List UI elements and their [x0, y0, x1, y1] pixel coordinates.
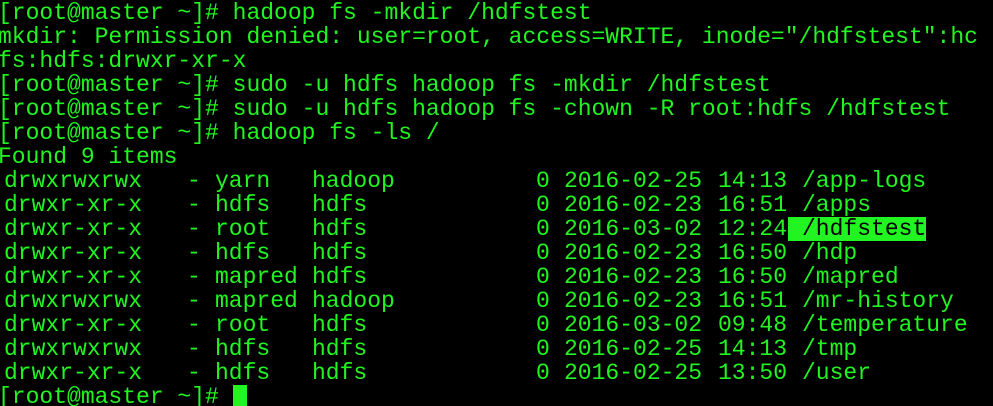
group: hdfs [312, 336, 368, 362]
size: 0 [536, 192, 550, 218]
size: 0 [536, 312, 550, 338]
size: 0 [536, 264, 550, 290]
replication: - [187, 264, 201, 290]
group: hdfs [312, 192, 368, 218]
group: hdfs [312, 264, 368, 290]
group: hdfs [312, 216, 368, 242]
size: 0 [536, 288, 550, 314]
owner: root [215, 216, 271, 242]
time: 16:51 [718, 192, 788, 218]
replication: - [187, 288, 201, 314]
date: 2016-02-25 [564, 360, 703, 386]
date: 2016-02-25 [564, 336, 703, 362]
replication: - [187, 312, 201, 338]
listing-row: drwxr-xr-x - root hdfs 0 2016-03-02 09:4… [0, 313, 993, 337]
permissions: drwxr-xr-x [4, 216, 143, 242]
permissions: drwxr-xr-x [4, 264, 143, 290]
listing-row: drwxrwxrwx - mapred hadoop 0 2016-02-23 … [0, 289, 993, 313]
owner: mapred [215, 288, 298, 314]
date: 2016-02-23 [564, 192, 703, 218]
listing-row: drwxr-xr-x - root hdfs 0 2016-03-02 12:2… [0, 217, 993, 241]
size: 0 [536, 360, 550, 386]
listing-row: drwxrwxrwx - hdfs hdfs 0 2016-02-25 14:1… [0, 337, 993, 361]
listing-row: drwxr-xr-x - hdfs hdfs 0 2016-02-23 16:5… [0, 241, 993, 265]
path: /mapred [802, 264, 899, 290]
date: 2016-02-25 [564, 168, 703, 194]
permissions: drwxr-xr-x [4, 192, 143, 218]
listing-row: drwxr-xr-x - mapred hdfs 0 2016-02-23 16… [0, 265, 993, 289]
error-output-line: mkdir: Permission denied: user=root, acc… [0, 24, 978, 50]
size: 0 [536, 336, 550, 362]
command-line: [root@master ~]# sudo -u hdfs hadoop fs … [0, 72, 771, 98]
group: hdfs [312, 240, 368, 266]
group: hdfs [312, 312, 368, 338]
time: 14:13 [718, 168, 788, 194]
size: 0 [536, 168, 550, 194]
replication: - [187, 216, 201, 242]
replication: - [187, 336, 201, 362]
size: 0 [536, 216, 550, 242]
size: 0 [536, 240, 550, 266]
time: 14:13 [718, 336, 788, 362]
permissions: drwxr-xr-x [4, 312, 143, 338]
path: /hdp [802, 240, 858, 266]
group: hdfs [312, 360, 368, 386]
date: 2016-02-23 [564, 288, 703, 314]
listing-row: drwxr-xr-x - hdfs hdfs 0 2016-02-23 16:5… [0, 193, 993, 217]
time: 09:48 [718, 312, 788, 338]
date: 2016-02-23 [564, 240, 703, 266]
error-output-line: fs:hdfs:drwxr-xr-x [0, 48, 247, 74]
path: /mr-history [802, 288, 954, 314]
replication: - [187, 360, 201, 386]
replication: - [187, 192, 201, 218]
time: 16:50 [718, 264, 788, 290]
listing-row: drwxr-xr-x - hdfs hdfs 0 2016-02-25 13:5… [0, 361, 993, 385]
path: /apps [802, 192, 872, 218]
owner: hdfs [215, 360, 271, 386]
owner: hdfs [215, 192, 271, 218]
command-line: [root@master ~]# hadoop fs -mkdir /hdfst… [0, 0, 592, 26]
owner: mapred [215, 264, 298, 290]
date: 2016-03-02 [564, 312, 703, 338]
permissions: drwxrwxrwx [4, 336, 143, 362]
time: 16:50 [718, 240, 788, 266]
command-line: [root@master ~]# sudo -u hdfs hadoop fs … [0, 96, 951, 122]
path: /user [802, 360, 872, 386]
listing-row: drwxrwxrwx - yarn hadoop 0 2016-02-25 14… [0, 169, 993, 193]
text-cursor [232, 385, 247, 406]
permissions: drwxrwxrwx [4, 288, 143, 314]
highlighted-path[interactable]: /hdfstest [788, 217, 927, 241]
replication: - [187, 240, 201, 266]
owner: hdfs [215, 240, 271, 266]
date: 2016-03-02 [564, 216, 703, 242]
permissions: drwxr-xr-x [4, 240, 143, 266]
prompt-line[interactable]: [root@master ~]# [0, 385, 993, 406]
replication: - [187, 168, 201, 194]
path: /app-logs [802, 168, 927, 194]
time: 12:24 [718, 216, 788, 242]
group: hadoop [312, 168, 395, 194]
permissions: drwxrwxrwx [4, 168, 143, 194]
owner: yarn [215, 168, 271, 194]
owner: root [215, 312, 271, 338]
path: /tmp [802, 336, 858, 362]
date: 2016-02-23 [564, 264, 703, 290]
time: 16:51 [718, 288, 788, 314]
owner: hdfs [215, 336, 271, 362]
group: hadoop [312, 288, 395, 314]
terminal-window[interactable]: [root@master ~]# hadoop fs -mkdir /hdfst… [0, 0, 993, 406]
path: /temperature [802, 312, 968, 338]
time: 13:50 [718, 360, 788, 386]
found-items-line: Found 9 items [0, 144, 178, 170]
permissions: drwxr-xr-x [4, 360, 143, 386]
command-line: [root@master ~]# hadoop fs -ls / [0, 120, 440, 146]
